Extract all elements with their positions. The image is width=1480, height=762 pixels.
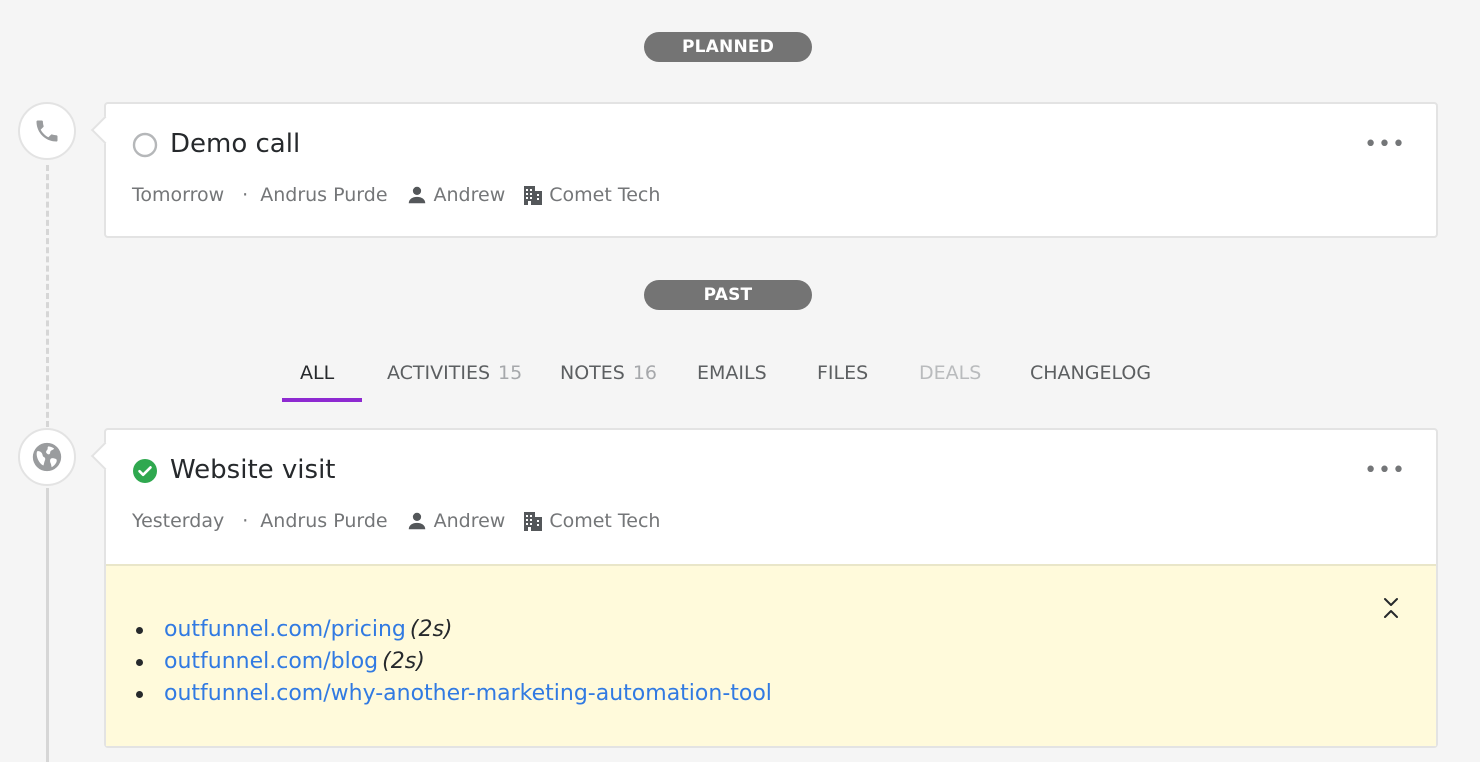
collapse-icon[interactable]: [1382, 596, 1400, 624]
tab-emails[interactable]: EMAILS: [697, 358, 767, 402]
planned-section-label: PLANNED: [644, 32, 812, 62]
person-icon: [406, 510, 428, 532]
activity-owner[interactable]: Andrus Purde: [260, 184, 387, 206]
activity-person-link[interactable]: Andrew: [434, 510, 506, 532]
activity-type-node: [18, 102, 76, 160]
planned-activity-card[interactable]: Demo call ••• Tomorrow · Andrus Purde An…: [90, 102, 1438, 238]
past-activity-card[interactable]: Website visit ••• Yesterday · Andrus Pur…: [90, 428, 1438, 748]
circle-outline-icon[interactable]: [132, 132, 158, 162]
tab-count: 16: [632, 362, 658, 384]
activity-owner[interactable]: Andrus Purde: [260, 510, 387, 532]
activity-date: Tomorrow: [132, 184, 225, 206]
building-icon: [523, 184, 543, 206]
activity-meta: Tomorrow · Andrus Purde Andrew Comet Tec…: [132, 184, 660, 206]
past-section-label: PAST: [644, 280, 812, 310]
meta-separator: ·: [242, 184, 249, 206]
tab-all[interactable]: ALL: [300, 358, 334, 402]
page-link[interactable]: outfunnel.com/blog: [164, 649, 378, 674]
activity-title[interactable]: Website visit: [170, 455, 335, 485]
check-circle-icon[interactable]: [132, 458, 158, 488]
tab-notes[interactable]: NOTES 16: [560, 358, 657, 402]
tab-files[interactable]: FILES: [817, 358, 868, 402]
activity-date: Yesterday: [132, 510, 225, 532]
list-item: outfunnel.com/blog (2s): [136, 646, 772, 678]
activity-type-node: [18, 428, 76, 486]
list-item: outfunnel.com/why-another-marketing-auto…: [136, 678, 772, 710]
tab-changelog[interactable]: CHANGELOG: [1030, 358, 1151, 402]
more-options-button[interactable]: •••: [1364, 134, 1406, 156]
globe-icon: [32, 442, 62, 472]
activity-title[interactable]: Demo call: [170, 129, 300, 159]
visit-duration: (2s): [409, 617, 453, 642]
activity-meta: Yesterday · Andrus Purde Andrew Comet Te…: [132, 510, 660, 532]
building-icon: [523, 510, 543, 532]
visit-duration: (2s): [382, 649, 425, 674]
page-link[interactable]: outfunnel.com/pricing: [164, 617, 406, 642]
tab-deals: DEALS: [919, 362, 982, 384]
list-item: outfunnel.com/pricing (2s): [136, 614, 772, 646]
page-link[interactable]: outfunnel.com/why-another-marketing-auto…: [164, 681, 772, 706]
person-icon: [406, 184, 428, 206]
activity-person-link[interactable]: Andrew: [434, 184, 506, 206]
visited-pages-list: outfunnel.com/pricing (2s) outfunnel.com/…: [136, 614, 772, 710]
active-tab-indicator: [282, 398, 362, 402]
activity-organization-link[interactable]: Comet Tech: [549, 184, 660, 206]
more-options-button[interactable]: •••: [1364, 460, 1406, 482]
timeline-rail-past: [46, 488, 49, 762]
activity-organization-link[interactable]: Comet Tech: [549, 510, 660, 532]
tab-count: 15: [498, 362, 523, 384]
meta-separator: ·: [242, 510, 249, 532]
tab-activities[interactable]: ACTIVITIES 15: [387, 358, 522, 402]
activity-note: outfunnel.com/pricing (2s) outfunnel.com/…: [106, 564, 1436, 746]
history-filter-tabs: ALL ACTIVITIES 15 NOTES 16 EMAILS FILES DE…: [0, 358, 1480, 408]
phone-icon: [36, 120, 58, 142]
